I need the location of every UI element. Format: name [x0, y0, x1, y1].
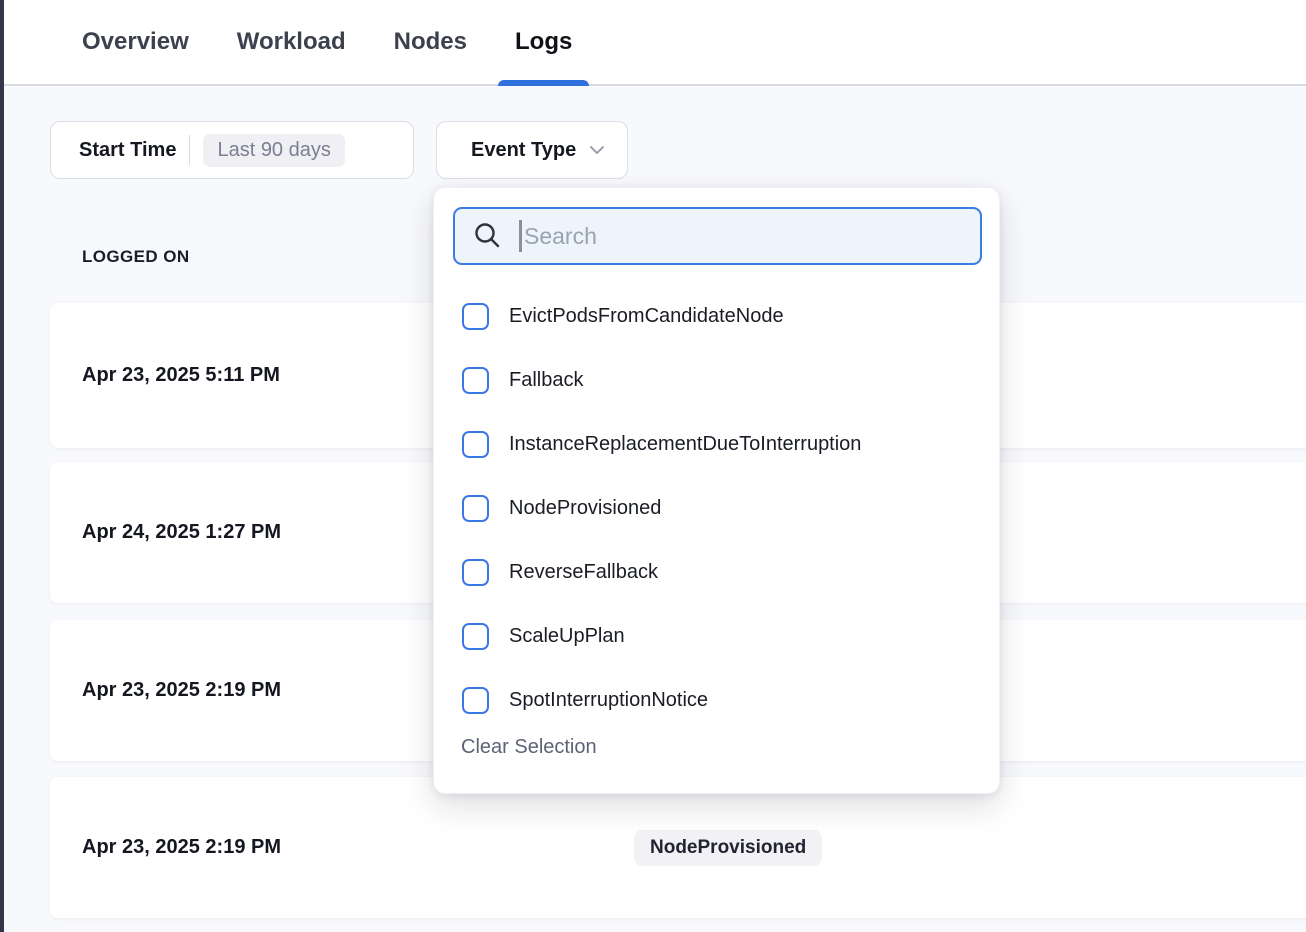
checkbox-icon[interactable]: [462, 559, 489, 586]
checkbox-icon[interactable]: [462, 431, 489, 458]
option-label: ReverseFallback: [509, 561, 658, 584]
tab-workload-label: Workload: [237, 28, 346, 56]
option-label: SpotInterruptionNotice: [509, 689, 708, 712]
option-spotinterruptionnotice[interactable]: SpotInterruptionNotice: [462, 680, 979, 720]
event-type-dropdown-panel: EvictPodsFromCandidateNode Fallback Inst…: [433, 187, 1000, 794]
option-label: InstanceReplacementDueToInterruption: [509, 433, 861, 456]
option-instancereplacementduetointerruption[interactable]: InstanceReplacementDueToInterruption: [462, 424, 979, 464]
checkbox-icon[interactable]: [462, 495, 489, 522]
clear-selection-button[interactable]: Clear Selection: [461, 736, 597, 759]
tab-active-underline: [498, 80, 589, 86]
logs-screen: Overview Workload Nodes Logs Start Time …: [0, 0, 1306, 932]
tab-workload[interactable]: Workload: [237, 0, 346, 84]
tab-overview-label: Overview: [82, 28, 189, 56]
logged-on-value: Apr 23, 2025 2:19 PM: [82, 836, 281, 859]
option-reversefallback[interactable]: ReverseFallback: [462, 552, 979, 592]
tab-nodes[interactable]: Nodes: [394, 0, 467, 84]
checkbox-icon[interactable]: [462, 687, 489, 714]
start-time-label: Start Time: [79, 139, 176, 162]
chevron-down-icon: [587, 140, 607, 160]
tab-overview[interactable]: Overview: [82, 0, 189, 84]
tab-logs-label: Logs: [515, 28, 572, 56]
drawer-left-edge: [0, 0, 4, 932]
logged-on-value: Apr 24, 2025 1:27 PM: [82, 521, 281, 544]
logged-on-value: Apr 23, 2025 2:19 PM: [82, 679, 281, 702]
tab-nodes-label: Nodes: [394, 28, 467, 56]
event-type-label: Event Type: [471, 139, 576, 162]
tab-logs[interactable]: Logs: [515, 0, 572, 84]
option-label: ScaleUpPlan: [509, 625, 625, 648]
column-header-logged-on: LOGGED ON: [82, 247, 190, 267]
filter-separator: [189, 135, 190, 165]
search-input[interactable]: [522, 209, 980, 263]
option-nodeprovisioned[interactable]: NodeProvisioned: [462, 488, 979, 528]
log-row[interactable]: Apr 23, 2025 2:19 PM NodeProvisioned: [50, 777, 1306, 918]
checkbox-icon[interactable]: [462, 367, 489, 394]
start-time-filter-button[interactable]: Start Time Last 90 days: [50, 121, 414, 179]
option-fallback[interactable]: Fallback: [462, 360, 979, 400]
dropdown-search-box: [453, 207, 982, 265]
tabs-bar: Overview Workload Nodes Logs: [0, 0, 1306, 86]
event-type-filter-button[interactable]: Event Type: [436, 121, 628, 179]
logged-on-value: Apr 23, 2025 5:11 PM: [82, 364, 280, 387]
option-label: EvictPodsFromCandidateNode: [509, 305, 784, 328]
search-icon: [471, 220, 503, 252]
option-label: Fallback: [509, 369, 583, 392]
event-type-badge: NodeProvisioned: [634, 830, 822, 866]
option-label: NodeProvisioned: [509, 497, 661, 520]
start-time-value-pill: Last 90 days: [203, 134, 344, 167]
option-scaleupplan[interactable]: ScaleUpPlan: [462, 616, 979, 656]
option-evictpodsfromcandidatenode[interactable]: EvictPodsFromCandidateNode: [462, 296, 979, 336]
checkbox-icon[interactable]: [462, 623, 489, 650]
checkbox-icon[interactable]: [462, 303, 489, 330]
